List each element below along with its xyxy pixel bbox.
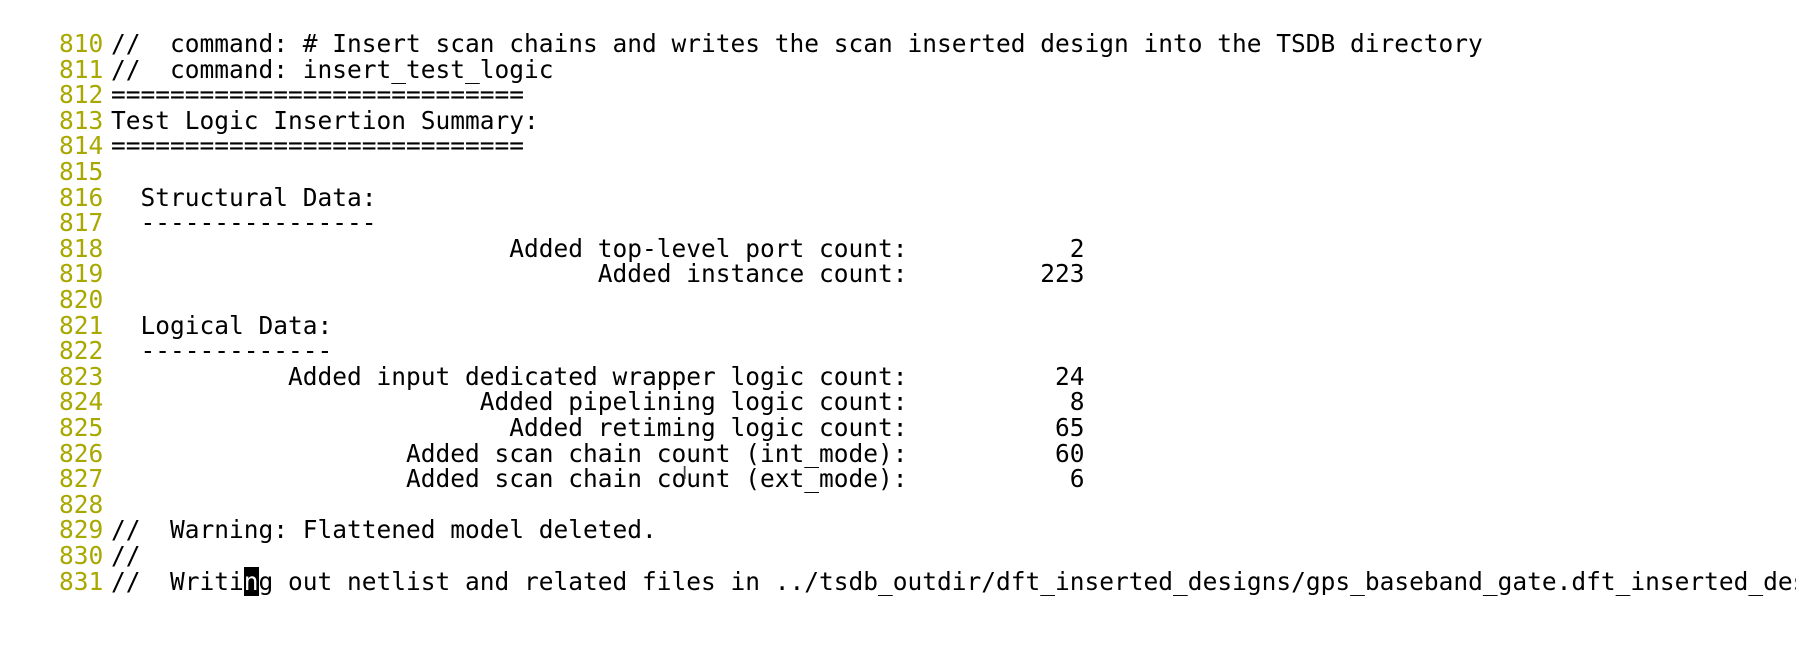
editor-line[interactable]: 827 Added scan chain count (ext_mode): 6 [0, 435, 1085, 493]
text-editor[interactable]: 810// command: # Insert scan chains and … [0, 0, 1796, 650]
line-text-after-cursor: g out netlist and related files in ../ts… [258, 566, 1796, 596]
line-number: 831 [59, 566, 104, 596]
text-ibeam-icon: I [682, 463, 688, 484]
editor-line[interactable]: 819 Added instance count: 223 [0, 230, 1085, 288]
editor-line-current[interactable]: 831// Writing out netlist and related fi… [0, 538, 1796, 596]
line-text-before-cursor: // Writi [111, 566, 244, 596]
text-cursor: n [243, 566, 259, 596]
